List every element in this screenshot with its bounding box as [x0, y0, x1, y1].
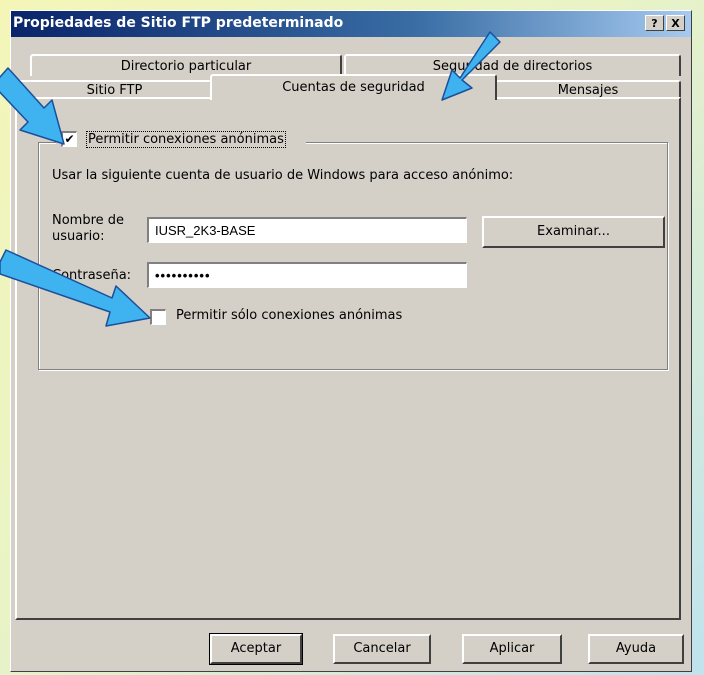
- username-label-line1: Nombre de: [52, 213, 125, 228]
- allow-anonymous-checkbox[interactable]: ✔: [61, 131, 77, 147]
- tab-label: Mensajes: [557, 83, 619, 98]
- title-bar[interactable]: Propiedades de Sitio FTP predeterminado …: [11, 11, 691, 37]
- password-label: Contraseña:: [52, 268, 132, 283]
- only-anonymous-label[interactable]: Permitir sólo conexiones anónimas: [176, 308, 402, 323]
- only-anonymous-checkbox[interactable]: [150, 309, 166, 325]
- username-field[interactable]: IUSR_2K3-BASE: [147, 217, 467, 243]
- allow-anonymous-label[interactable]: Permitir conexiones anónimas: [86, 131, 286, 148]
- cancel-button[interactable]: Cancelar: [333, 634, 431, 664]
- close-button[interactable]: X: [666, 15, 685, 31]
- tab-label: Directorio particular: [120, 59, 252, 74]
- browse-button[interactable]: Examinar...: [482, 216, 665, 248]
- ok-button[interactable]: Aceptar: [209, 633, 303, 665]
- tab-label: Seguridad de directorios: [432, 59, 593, 74]
- tab-directorio-particular[interactable]: Directorio particular: [30, 54, 342, 76]
- help-button[interactable]: ?: [645, 15, 664, 31]
- tab-seguridad-directorios[interactable]: Seguridad de directorios: [344, 54, 681, 76]
- apply-button[interactable]: Aplicar: [462, 634, 562, 664]
- active-tab-joiner: [212, 97, 495, 100]
- tab-label: Sitio FTP: [86, 83, 143, 98]
- password-field[interactable]: ••••••••••: [147, 262, 467, 288]
- tab-label: Cuentas de seguridad: [282, 80, 425, 95]
- username-label: Nombre de usuario:: [52, 213, 124, 245]
- username-label-line2: usuario:: [52, 229, 105, 244]
- window-title: Propiedades de Sitio FTP predeterminado: [13, 15, 344, 31]
- help-footer-button[interactable]: Ayuda: [588, 634, 684, 664]
- description-text: Usar la siguiente cuenta de usuario de W…: [52, 168, 514, 183]
